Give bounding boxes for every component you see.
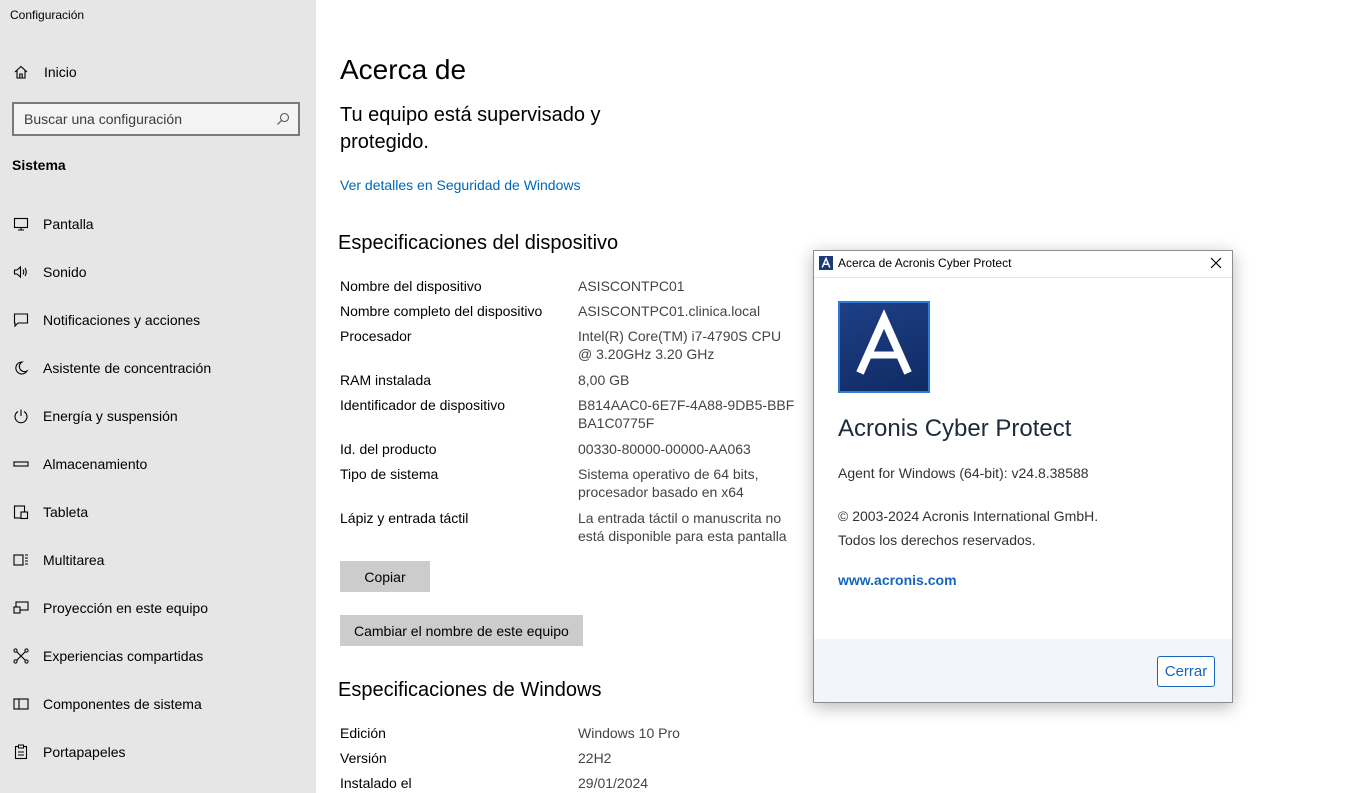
sidebar-item-tableta[interactable]: Tableta (0, 492, 316, 532)
sidebar-item-label: Portapapeles (43, 744, 126, 760)
spec-value: La entrada táctil o manuscrita no está d… (578, 510, 787, 544)
search-icon[interactable] (276, 112, 290, 126)
spec-value: Windows 10 Pro (578, 725, 680, 741)
tablet-icon (12, 503, 30, 521)
spec-key: Procesador (340, 328, 412, 344)
protection-status-text: Tu equipo está supervisado y protegido. (340, 104, 601, 153)
spec-key: Versión (340, 750, 387, 766)
spec-key: Tipo de sistema (340, 466, 439, 482)
acronis-app-icon (819, 256, 833, 270)
acronis-website-link[interactable]: www.acronis.com (838, 572, 957, 588)
sidebar-item-label: Proyección en este equipo (43, 600, 208, 616)
notification-icon (12, 311, 30, 329)
spec-value: 29/01/2024 (578, 775, 649, 791)
sidebar-item-multitarea[interactable]: Multitarea (0, 540, 316, 580)
sidebar-item-label: Almacenamiento (43, 456, 148, 472)
copyright-text: © 2003-2024 Acronis International GmbH. … (838, 504, 1098, 552)
sidebar-item-almacenamiento[interactable]: Almacenamiento (0, 444, 316, 484)
sidebar-item-home[interactable]: Inicio (0, 52, 316, 92)
acronis-logo (838, 301, 930, 393)
about-acronis-dialog: Acerca de Acronis Cyber Protect Acronis … (813, 250, 1233, 703)
sidebar-item-portapapeles[interactable]: Portapapeles (0, 732, 316, 772)
spec-key: Instalado el (340, 775, 412, 791)
sidebar-item-label: Inicio (44, 64, 77, 80)
search-input[interactable] (24, 104, 264, 134)
projection-icon (12, 599, 30, 617)
sidebar: Configuración Inicio Sistema Pantalla So… (0, 0, 316, 793)
spec-key: Lápiz y entrada táctil (340, 510, 469, 526)
spec-value: 22H2 (578, 750, 612, 766)
version-text: Agent for Windows (64-bit): v24.8.38588 (838, 465, 1089, 481)
close-icon[interactable] (1208, 255, 1224, 271)
spec-value: ASISCONTPC01 (578, 278, 685, 294)
product-name: Acronis Cyber Protect (838, 415, 1072, 442)
spec-value: Sistema operativo de 64 bits, procesador… (578, 466, 759, 500)
sidebar-item-concentracion[interactable]: Asistente de concentración (0, 348, 316, 388)
sidebar-item-label: Energía y suspensión (43, 408, 178, 424)
sidebar-item-label: Notificaciones y acciones (43, 312, 201, 328)
shared-icon (12, 647, 30, 665)
spec-key: Edición (340, 725, 386, 741)
sidebar-item-experiencias[interactable]: Experiencias compartidas (0, 636, 316, 676)
spec-value: 8,00 GB (578, 372, 630, 388)
titlebar-divider (814, 277, 1232, 278)
spec-value: Intel(R) Core(TM) i7-4790S CPU @ 3.20GHz… (578, 328, 782, 362)
sidebar-item-label: Sonido (43, 264, 87, 280)
sidebar-item-notificaciones[interactable]: Notificaciones y acciones (0, 300, 316, 340)
clipboard-icon (12, 743, 30, 761)
sidebar-item-energia[interactable]: Energía y suspensión (0, 396, 316, 436)
sidebar-item-label: Pantalla (43, 216, 94, 232)
sidebar-item-componentes[interactable]: Componentes de sistema (0, 684, 316, 724)
spec-key: RAM instalada (340, 372, 432, 388)
speaker-icon (12, 263, 30, 281)
home-icon (12, 63, 30, 81)
app-title: Configuración (10, 8, 85, 22)
device-specs-heading: Especificaciones del dispositivo (338, 232, 619, 254)
spec-value: 00330-80000-00000-AA063 (578, 441, 751, 457)
components-icon (12, 695, 30, 713)
spec-key: Nombre completo del dispositivo (340, 303, 543, 319)
spec-key: Nombre del dispositivo (340, 278, 482, 294)
dialog-footer: Cerrar (814, 639, 1232, 702)
section-title: Sistema (12, 157, 66, 173)
sidebar-item-label: Asistente de concentración (43, 360, 212, 376)
storage-icon (12, 455, 30, 473)
copyright-line: © 2003-2024 Acronis International GmbH. (838, 508, 1099, 524)
sidebar-item-label: Experiencias compartidas (43, 648, 204, 664)
sidebar-item-proyeccion[interactable]: Proyección en este equipo (0, 588, 316, 628)
display-icon (12, 215, 30, 233)
sidebar-item-label: Tableta (43, 504, 89, 520)
spec-value: B814AAC0-6E7F-4A88-9DB5-BBFBA1C0775F (578, 397, 795, 431)
spec-value: ASISCONTPC01.clinica.local (578, 303, 761, 319)
sidebar-item-label: Componentes de sistema (43, 696, 202, 712)
power-icon (12, 407, 30, 425)
windows-specs-heading: Especificaciones de Windows (338, 679, 602, 701)
sidebar-item-label: Multitarea (43, 552, 105, 568)
spec-key: Id. del producto (340, 441, 437, 457)
close-button[interactable]: Cerrar (1157, 656, 1215, 687)
sidebar-item-pantalla[interactable]: Pantalla (0, 204, 316, 244)
multitask-icon (12, 551, 30, 569)
copy-button[interactable]: Copiar (340, 561, 430, 592)
page-title: Acerca de (340, 54, 467, 85)
rename-pc-button[interactable]: Cambiar el nombre de este equipo (340, 615, 583, 646)
sidebar-item-sonido[interactable]: Sonido (0, 252, 316, 292)
moon-icon (12, 359, 30, 377)
spec-key: Identificador de dispositivo (340, 397, 505, 413)
dialog-titlebar[interactable]: Acerca de Acronis Cyber Protect (814, 251, 1232, 277)
rights-line: Todos los derechos reservados. (838, 532, 1036, 548)
search-box[interactable] (12, 102, 300, 136)
dialog-title: Acerca de Acronis Cyber Protect (838, 256, 1012, 270)
security-details-link[interactable]: Ver detalles en Seguridad de Windows (340, 177, 580, 193)
